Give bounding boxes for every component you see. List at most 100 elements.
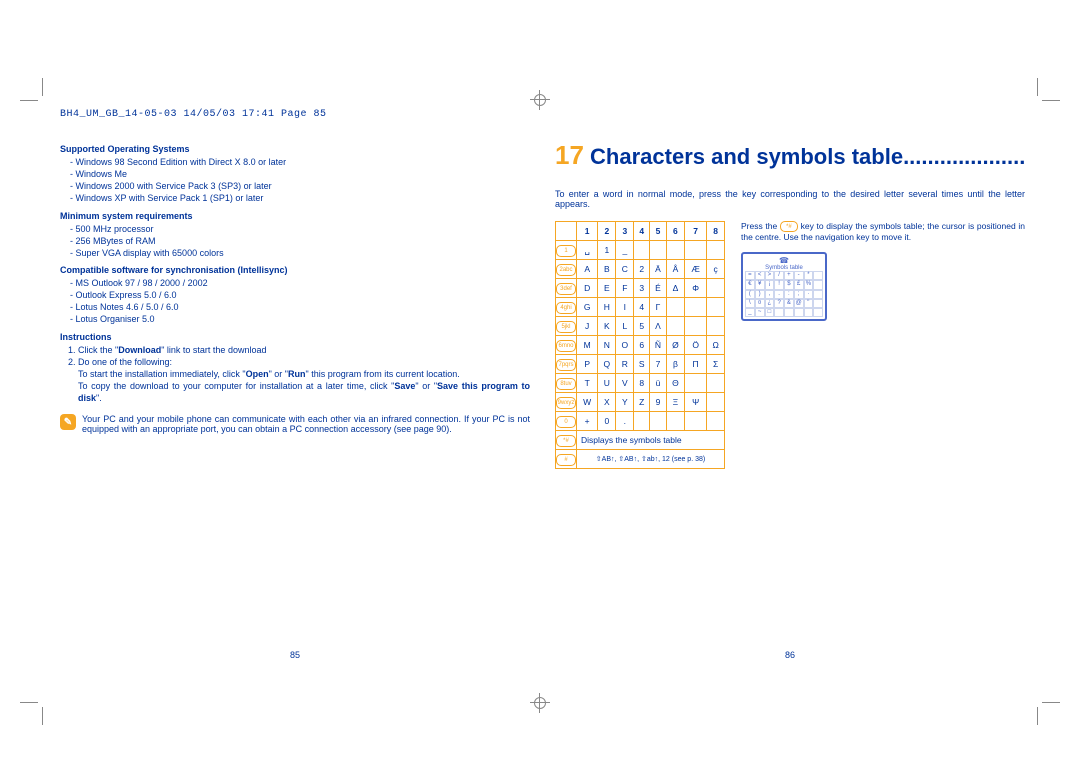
list-item: Lotus Organiser 5.0 (70, 313, 530, 325)
table-header: 4 (634, 222, 650, 241)
page-number: 86 (555, 650, 1025, 660)
characters-table: 12345678 1␣1_2abcABC2ÄÅÆç3defDEF3ÉΔΦ4ghi… (555, 221, 725, 469)
table-cell (666, 317, 684, 336)
table-cell (707, 412, 725, 431)
table-cell: K (598, 317, 616, 336)
table-cell (707, 393, 725, 412)
table-cell: Λ (650, 317, 667, 336)
table-cell: V (616, 374, 634, 393)
screen-bar-icon: ☎ (745, 256, 823, 265)
table-header: 5 (650, 222, 667, 241)
table-cell: S (634, 355, 650, 374)
table-header: 8 (707, 222, 725, 241)
key-icon: # (556, 454, 576, 466)
table-cell: ⇧AB↑, ⇧AB↑, ⇧ab↑, 12 (see p. 38) (577, 450, 725, 469)
list-item: Lotus Notes 4.6 / 5.0 / 6.0 (70, 301, 530, 313)
table-cell: . (616, 412, 634, 431)
screen-cell: + (784, 271, 794, 280)
key-icon: 6mno (556, 340, 576, 352)
table-cell: Y (616, 393, 634, 412)
screen-cell: € (745, 280, 755, 289)
key-icon: 5jkl (556, 321, 576, 333)
screen-cell: > (765, 271, 775, 280)
key-icon: 3def (556, 283, 576, 295)
table-cell: D (577, 279, 598, 298)
table-cell (666, 412, 684, 431)
table-cell: W (577, 393, 598, 412)
table-cell (666, 298, 684, 317)
table-cell: Π (684, 355, 706, 374)
key-icon: 2abc (556, 264, 576, 276)
screen-cell: * (804, 271, 814, 280)
list-item: Do one of the following: (78, 356, 530, 368)
table-cell: 8 (634, 374, 650, 393)
phone-screen: ☎ Symbols table =<>/+-*€¥¡!$£%(),.:;·\¤¿… (741, 252, 827, 321)
table-cell: Ö (684, 336, 706, 355)
table-cell: É (650, 279, 667, 298)
table-cell (684, 298, 706, 317)
screen-cell: £ (794, 280, 804, 289)
table-cell: 3 (634, 279, 650, 298)
table-cell (707, 241, 725, 260)
key-icon: 8tuv (556, 378, 576, 390)
screen-cell: = (745, 271, 755, 280)
table-cell: ü (650, 374, 667, 393)
screen-cell: ) (755, 290, 765, 299)
table-cell: P (577, 355, 598, 374)
screen-cell (813, 271, 823, 280)
screen-cell: & (784, 299, 794, 308)
note-text: Your PC and your mobile phone can commun… (82, 414, 530, 434)
screen-cell: . (774, 290, 784, 299)
screen-cell (804, 308, 814, 317)
screen-grid: =<>/+-*€¥¡!$£%(),.:;·\¤¿?&@"_~□ (745, 271, 823, 317)
screen-cell: ¡ (765, 280, 775, 289)
table-cell: U (598, 374, 616, 393)
table-cell (650, 241, 667, 260)
table-header: 3 (616, 222, 634, 241)
table-cell (634, 412, 650, 431)
screen-cell (774, 308, 784, 317)
intro-text: To enter a word in normal mode, press th… (555, 189, 1025, 209)
table-cell: Z (634, 393, 650, 412)
list-item: Super VGA display with 65000 colors (70, 247, 530, 259)
page-86: 17 Characters and symbols table.........… (555, 140, 1025, 660)
instructions-sub: To start the installation immediately, c… (60, 368, 530, 404)
table-cell: A (577, 260, 598, 279)
list-item: Click the "Download" link to start the d… (78, 344, 530, 356)
table-cell (634, 241, 650, 260)
key-icon: *# (556, 435, 576, 447)
table-cell: Θ (666, 374, 684, 393)
key-icon: 4ghi (556, 302, 576, 314)
table-cell: E (598, 279, 616, 298)
screen-cell: ( (745, 290, 755, 299)
table-cell: N (598, 336, 616, 355)
heading-instructions: Instructions (60, 332, 530, 342)
table-row: 6mnoMNO6ÑØÖΩ (556, 336, 725, 355)
table-cell: Æ (684, 260, 706, 279)
page-85: Supported Operating Systems Windows 98 S… (60, 140, 530, 660)
note-icon: ✎ (60, 414, 76, 430)
table-cell: T (577, 374, 598, 393)
heading-req: Minimum system requirements (60, 211, 530, 221)
list-sw: MS Outlook 97 / 98 / 2000 / 2002 Outlook… (60, 277, 530, 326)
list-item: 256 MBytes of RAM (70, 235, 530, 247)
key-icon: 0 (556, 416, 576, 428)
table-row: 5jklJKL5Λ (556, 317, 725, 336)
screen-cell: " (804, 299, 814, 308)
table-cell: 0 (598, 412, 616, 431)
screen-cell: $ (784, 280, 794, 289)
table-row: *#Displays the symbols table (556, 431, 725, 450)
table-cell (707, 298, 725, 317)
list-item: Windows 2000 with Service Pack 3 (SP3) o… (70, 180, 530, 192)
table-cell (707, 374, 725, 393)
page-number: 85 (60, 650, 530, 660)
table-cell: 7 (650, 355, 667, 374)
table-cell: 6 (634, 336, 650, 355)
table-row: 8tuvTUV8üΘ (556, 374, 725, 393)
table-cell: R (616, 355, 634, 374)
table-cell: Å (666, 260, 684, 279)
table-cell: Ω (707, 336, 725, 355)
table-cell (707, 317, 725, 336)
table-cell: Ø (666, 336, 684, 355)
screen-cell: \ (745, 299, 755, 308)
